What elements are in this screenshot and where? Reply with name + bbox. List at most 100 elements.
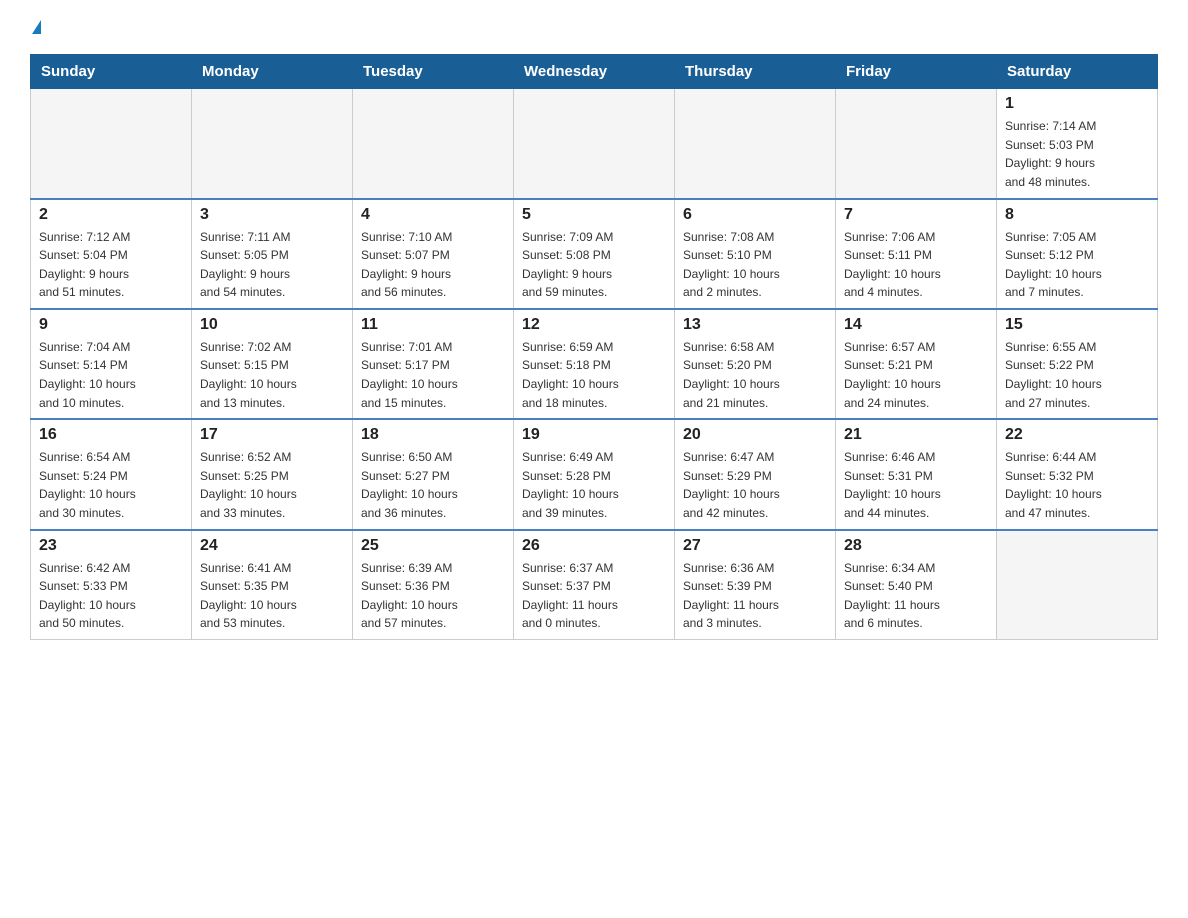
day-number: 28 (844, 537, 988, 555)
day-info: Sunrise: 6:50 AM Sunset: 5:27 PM Dayligh… (361, 448, 505, 522)
calendar-week-row: 1 Sunrise: 7:14 AM Sunset: 5:03 PM Daylig… (31, 89, 1158, 199)
day-info: Sunrise: 7:11 AM Sunset: 5:05 PM Dayligh… (200, 228, 344, 302)
calendar-cell: 15 Sunrise: 6:55 AM Sunset: 5:22 PM Dayli… (997, 309, 1158, 419)
day-number: 26 (522, 537, 666, 555)
calendar-cell: 21 Sunrise: 6:46 AM Sunset: 5:31 PM Dayli… (836, 419, 997, 529)
day-number: 13 (683, 316, 827, 334)
column-header-monday: Monday (192, 55, 353, 89)
calendar-cell: 13 Sunrise: 6:58 AM Sunset: 5:20 PM Dayli… (675, 309, 836, 419)
day-info: Sunrise: 6:55 AM Sunset: 5:22 PM Dayligh… (1005, 338, 1149, 412)
day-info: Sunrise: 7:01 AM Sunset: 5:17 PM Dayligh… (361, 338, 505, 412)
calendar-cell: 7 Sunrise: 7:06 AM Sunset: 5:11 PM Daylig… (836, 199, 997, 309)
calendar-cell: 20 Sunrise: 6:47 AM Sunset: 5:29 PM Dayli… (675, 419, 836, 529)
logo-triangle-icon (32, 20, 41, 34)
calendar-cell: 27 Sunrise: 6:36 AM Sunset: 5:39 PM Dayli… (675, 530, 836, 640)
column-header-saturday: Saturday (997, 55, 1158, 89)
day-info: Sunrise: 7:10 AM Sunset: 5:07 PM Dayligh… (361, 228, 505, 302)
day-info: Sunrise: 7:04 AM Sunset: 5:14 PM Dayligh… (39, 338, 183, 412)
day-info: Sunrise: 6:42 AM Sunset: 5:33 PM Dayligh… (39, 559, 183, 633)
calendar-cell: 4 Sunrise: 7:10 AM Sunset: 5:07 PM Daylig… (353, 199, 514, 309)
calendar-cell: 6 Sunrise: 7:08 AM Sunset: 5:10 PM Daylig… (675, 199, 836, 309)
day-info: Sunrise: 7:12 AM Sunset: 5:04 PM Dayligh… (39, 228, 183, 302)
calendar-week-row: 2 Sunrise: 7:12 AM Sunset: 5:04 PM Daylig… (31, 199, 1158, 309)
day-info: Sunrise: 6:54 AM Sunset: 5:24 PM Dayligh… (39, 448, 183, 522)
day-info: Sunrise: 6:49 AM Sunset: 5:28 PM Dayligh… (522, 448, 666, 522)
calendar-cell: 23 Sunrise: 6:42 AM Sunset: 5:33 PM Dayli… (31, 530, 192, 640)
day-number: 8 (1005, 206, 1149, 224)
day-info: Sunrise: 7:02 AM Sunset: 5:15 PM Dayligh… (200, 338, 344, 412)
day-number: 22 (1005, 426, 1149, 444)
day-number: 11 (361, 316, 505, 334)
calendar-cell: 5 Sunrise: 7:09 AM Sunset: 5:08 PM Daylig… (514, 199, 675, 309)
day-number: 2 (39, 206, 183, 224)
calendar-cell: 25Sunrise: 6:39 AM Sunset: 5:36 PM Dayli… (353, 530, 514, 640)
calendar-cell: 16 Sunrise: 6:54 AM Sunset: 5:24 PM Dayli… (31, 419, 192, 529)
day-number: 15 (1005, 316, 1149, 334)
column-header-wednesday: Wednesday (514, 55, 675, 89)
day-number: 27 (683, 537, 827, 555)
page-header (30, 24, 1158, 38)
calendar-cell: 22 Sunrise: 6:44 AM Sunset: 5:32 PM Dayli… (997, 419, 1158, 529)
day-number: 10 (200, 316, 344, 334)
day-number: 9 (39, 316, 183, 334)
day-number: 18 (361, 426, 505, 444)
calendar-cell: 10 Sunrise: 7:02 AM Sunset: 5:15 PM Dayli… (192, 309, 353, 419)
calendar-cell (31, 89, 192, 199)
day-number: 17 (200, 426, 344, 444)
calendar-cell: 18 Sunrise: 6:50 AM Sunset: 5:27 PM Dayli… (353, 419, 514, 529)
calendar-header-row: SundayMondayTuesdayWednesdayThursdayFrid… (31, 55, 1158, 89)
day-number: 14 (844, 316, 988, 334)
column-header-thursday: Thursday (675, 55, 836, 89)
logo (30, 24, 41, 38)
calendar-cell: 3 Sunrise: 7:11 AM Sunset: 5:05 PM Daylig… (192, 199, 353, 309)
calendar-cell: 11 Sunrise: 7:01 AM Sunset: 5:17 PM Dayli… (353, 309, 514, 419)
day-number: 6 (683, 206, 827, 224)
day-info: Sunrise: 6:58 AM Sunset: 5:20 PM Dayligh… (683, 338, 827, 412)
day-info: Sunrise: 6:57 AM Sunset: 5:21 PM Dayligh… (844, 338, 988, 412)
day-info: Sunrise: 6:52 AM Sunset: 5:25 PM Dayligh… (200, 448, 344, 522)
calendar-cell: 24 Sunrise: 6:41 AM Sunset: 5:35 PM Dayli… (192, 530, 353, 640)
day-info: Sunrise: 6:47 AM Sunset: 5:29 PM Dayligh… (683, 448, 827, 522)
calendar-cell (997, 530, 1158, 640)
column-header-friday: Friday (836, 55, 997, 89)
day-info: Sunrise: 6:39 AM Sunset: 5:36 PM Dayligh… (361, 559, 505, 633)
calendar-cell: 28 Sunrise: 6:34 AM Sunset: 5:40 PM Dayli… (836, 530, 997, 640)
day-info: Sunrise: 6:41 AM Sunset: 5:35 PM Dayligh… (200, 559, 344, 633)
day-info: Sunrise: 6:44 AM Sunset: 5:32 PM Dayligh… (1005, 448, 1149, 522)
day-info: Sunrise: 6:37 AM Sunset: 5:37 PM Dayligh… (522, 559, 666, 633)
calendar-cell: 1 Sunrise: 7:14 AM Sunset: 5:03 PM Daylig… (997, 89, 1158, 199)
day-number: 21 (844, 426, 988, 444)
day-number: 12 (522, 316, 666, 334)
day-number: 7 (844, 206, 988, 224)
day-number: 19 (522, 426, 666, 444)
day-number: 24 (200, 537, 344, 555)
calendar-week-row: 16 Sunrise: 6:54 AM Sunset: 5:24 PM Dayli… (31, 419, 1158, 529)
day-number: 4 (361, 206, 505, 224)
calendar-week-row: 9 Sunrise: 7:04 AM Sunset: 5:14 PM Daylig… (31, 309, 1158, 419)
day-info: Sunrise: 7:06 AM Sunset: 5:11 PM Dayligh… (844, 228, 988, 302)
calendar-cell: 17 Sunrise: 6:52 AM Sunset: 5:25 PM Dayli… (192, 419, 353, 529)
day-info: Sunrise: 6:46 AM Sunset: 5:31 PM Dayligh… (844, 448, 988, 522)
day-number: 23 (39, 537, 183, 555)
day-info: Sunrise: 6:34 AM Sunset: 5:40 PM Dayligh… (844, 559, 988, 633)
day-number: 1 (1005, 95, 1149, 113)
calendar-cell (192, 89, 353, 199)
calendar-cell (353, 89, 514, 199)
calendar-cell (836, 89, 997, 199)
day-info: Sunrise: 6:36 AM Sunset: 5:39 PM Dayligh… (683, 559, 827, 633)
calendar-cell: 12 Sunrise: 6:59 AM Sunset: 5:18 PM Dayli… (514, 309, 675, 419)
day-number: 3 (200, 206, 344, 224)
calendar-cell: 8 Sunrise: 7:05 AM Sunset: 5:12 PM Daylig… (997, 199, 1158, 309)
day-number: 5 (522, 206, 666, 224)
calendar-cell (675, 89, 836, 199)
column-header-sunday: Sunday (31, 55, 192, 89)
calendar-cell: 26 Sunrise: 6:37 AM Sunset: 5:37 PM Dayli… (514, 530, 675, 640)
day-number: 16 (39, 426, 183, 444)
day-info: Sunrise: 7:08 AM Sunset: 5:10 PM Dayligh… (683, 228, 827, 302)
day-number: 20 (683, 426, 827, 444)
day-info: Sunrise: 7:14 AM Sunset: 5:03 PM Dayligh… (1005, 117, 1149, 191)
day-info: Sunrise: 6:59 AM Sunset: 5:18 PM Dayligh… (522, 338, 666, 412)
calendar-cell: 2 Sunrise: 7:12 AM Sunset: 5:04 PM Daylig… (31, 199, 192, 309)
day-info: Sunrise: 7:05 AM Sunset: 5:12 PM Dayligh… (1005, 228, 1149, 302)
day-info: Sunrise: 7:09 AM Sunset: 5:08 PM Dayligh… (522, 228, 666, 302)
